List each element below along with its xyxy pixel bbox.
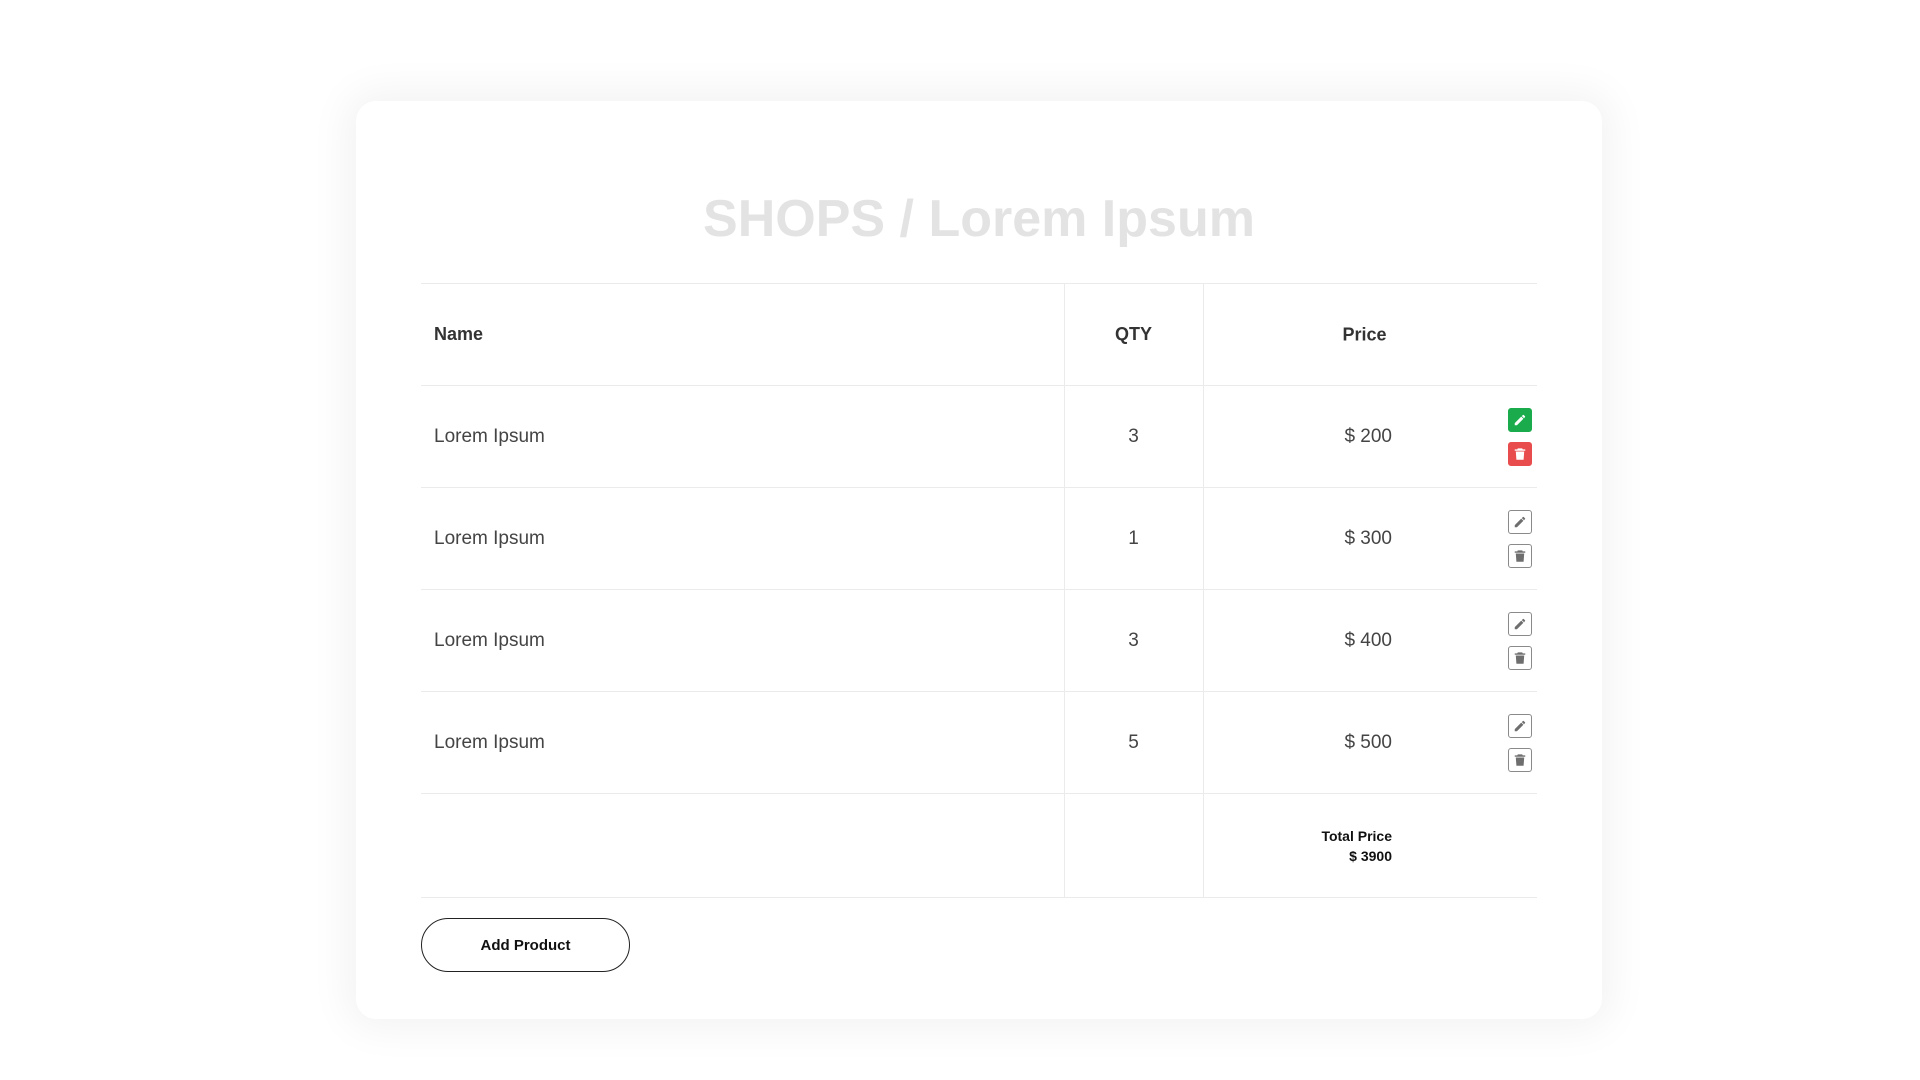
trash-icon [1514,447,1526,460]
table-row: Lorem Ipsum 3 $ 400 [421,589,1537,692]
total-row-empty-qty [1064,793,1204,898]
trash-icon [1514,651,1526,664]
table-row: Lorem Ipsum 5 $ 500 [421,691,1537,794]
trash-icon [1514,549,1526,562]
product-price: $ 400 [1344,629,1392,651]
table-row: Lorem Ipsum 3 $ 200 [421,385,1537,488]
row-actions [1508,509,1532,568]
product-name: Lorem Ipsum [434,425,545,447]
delete-button[interactable] [1508,441,1532,466]
trash-icon [1514,753,1526,766]
row-actions [1508,611,1532,670]
edit-button[interactable] [1508,713,1532,738]
product-qty: 5 [1128,731,1139,753]
product-name: Lorem Ipsum [434,527,545,549]
row-actions [1508,407,1532,466]
pencil-icon [1514,720,1526,731]
shop-card: SHOPS / Lorem Ipsum Name QTY Price Lorem… [356,101,1602,1019]
row-actions [1508,713,1532,772]
products-table: Name QTY Price Lorem Ipsum 3 $ 200 Lorem… [421,283,1537,898]
total-price-value: $ 3900 [1349,847,1392,864]
pencil-icon [1514,414,1526,425]
total-price-label: Total Price [1321,827,1392,844]
column-header-qty-label: QTY [1114,324,1152,344]
product-price: $ 500 [1344,731,1392,753]
total-row-empty-name [421,793,1065,898]
delete-button[interactable] [1508,543,1532,568]
column-header-price-label: Price [1342,324,1387,344]
column-header-price: Price [1203,283,1537,386]
product-price: $ 200 [1344,425,1392,447]
product-qty: 1 [1128,527,1139,549]
edit-button[interactable] [1508,611,1532,636]
edit-button[interactable] [1508,509,1532,534]
product-qty: 3 [1128,629,1139,651]
table-row: Lorem Ipsum 1 $ 300 [421,487,1537,590]
product-price: $ 300 [1344,527,1392,549]
add-product-button[interactable]: Add Product [421,918,630,972]
edit-button[interactable] [1508,407,1532,432]
delete-button[interactable] [1508,645,1532,670]
table-header-row: Name QTY Price [421,283,1537,386]
column-header-qty: QTY [1064,283,1204,386]
product-name: Lorem Ipsum [434,731,545,753]
column-header-name-label: Name [434,324,484,344]
delete-button[interactable] [1508,747,1532,772]
total-price-block: Total Price $ 3900 [1321,826,1392,866]
product-name: Lorem Ipsum [434,629,545,651]
column-header-name: Name [421,283,1065,386]
product-qty: 3 [1128,425,1139,447]
page-title: SHOPS / Lorem Ipsum [703,190,1255,248]
pencil-icon [1514,618,1526,629]
total-row: Total Price $ 3900 [421,793,1537,898]
pencil-icon [1514,516,1526,527]
